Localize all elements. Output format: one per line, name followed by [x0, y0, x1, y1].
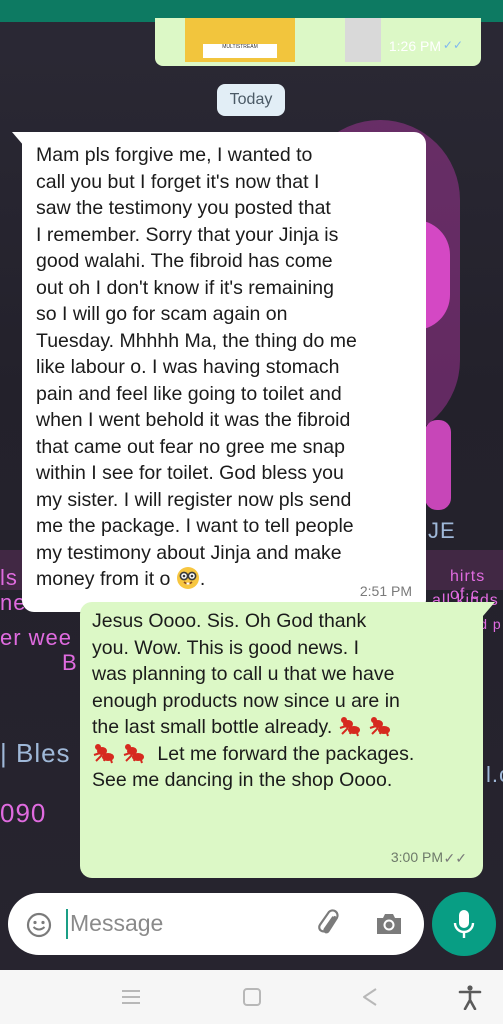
dancing-ant-emoji	[339, 717, 390, 737]
message-time: 2:51 PM	[359, 582, 412, 599]
incoming-message-bubble[interactable]: Mam pls forgive me, I wanted to call you…	[22, 132, 426, 612]
message-text: Jesus Oooo. Sis. Oh God thank you. Wow. …	[92, 608, 472, 794]
wallpaper-text: l.c	[486, 762, 503, 787]
message-text: Mam pls forgive me, I wanted to call you…	[36, 142, 416, 593]
message-body: Mam pls forgive me, I wanted to call you…	[36, 144, 357, 590]
system-navigation-bar	[0, 970, 503, 1024]
message-composer: Message	[8, 893, 424, 955]
previous-image-message[interactable]: MULTISTREAM 1:26 PM ✓✓	[155, 18, 481, 66]
emoji-icon[interactable]	[26, 912, 52, 938]
thumbnail-label: MULTISTREAM	[203, 44, 277, 58]
date-divider: Today	[217, 84, 285, 116]
image-thumbnail: MULTISTREAM	[185, 18, 295, 62]
wallpaper-text: er wee	[0, 625, 73, 650]
accessibility-icon[interactable]	[457, 984, 483, 1010]
image-thumbnail-secondary	[345, 18, 381, 62]
wallpaper-text: ls	[0, 565, 18, 590]
recents-icon[interactable]	[118, 984, 144, 1010]
back-icon[interactable]	[357, 984, 383, 1010]
message-input[interactable]: Message	[70, 910, 163, 937]
nerd-face-emoji	[176, 567, 199, 589]
outgoing-message-bubble[interactable]: Jesus Oooo. Sis. Oh God thank you. Wow. …	[80, 602, 483, 878]
attach-icon[interactable]	[316, 909, 344, 939]
read-ticks-icon: ✓✓	[442, 38, 463, 52]
mic-button[interactable]	[432, 892, 496, 956]
message-time: 1:26 PM	[388, 38, 441, 54]
bubble-tail	[483, 602, 495, 616]
read-ticks-icon: ✓✓	[443, 849, 467, 866]
message-time: 3:00 PM	[390, 848, 443, 865]
wallpaper-text: B	[62, 650, 78, 675]
camera-icon[interactable]	[374, 910, 404, 938]
wallpaper-text: JE	[428, 518, 456, 543]
wallpaper-text: 090	[0, 798, 47, 828]
home-icon[interactable]	[239, 984, 265, 1010]
message-trailing-text: .	[199, 568, 206, 590]
wallpaper-text: | Bles	[0, 738, 71, 768]
text-caret	[66, 909, 68, 939]
dancing-ant-emoji	[93, 743, 144, 763]
mic-icon	[453, 910, 475, 938]
